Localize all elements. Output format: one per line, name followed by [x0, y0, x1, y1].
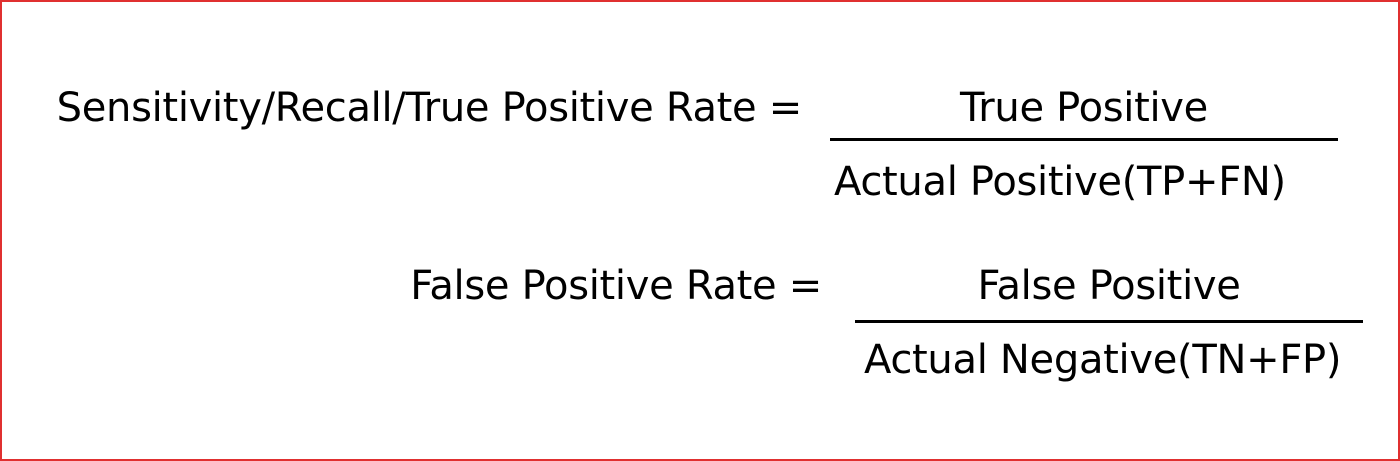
- formula-numerator: True Positive: [960, 85, 1208, 131]
- formula-denominator: Actual Negative(TN+FP): [864, 337, 1342, 383]
- formula-lhs: False Positive Rate =: [410, 263, 822, 309]
- formula-numerator: False Positive: [977, 263, 1241, 309]
- formula-lhs: Sensitivity/Recall/True Positive Rate =: [56, 85, 803, 131]
- fraction-bar: [855, 320, 1363, 323]
- fraction-bar: [830, 138, 1338, 141]
- slide-frame: [0, 0, 1400, 461]
- formula-denominator: Actual Positive(TP+FN): [834, 159, 1286, 205]
